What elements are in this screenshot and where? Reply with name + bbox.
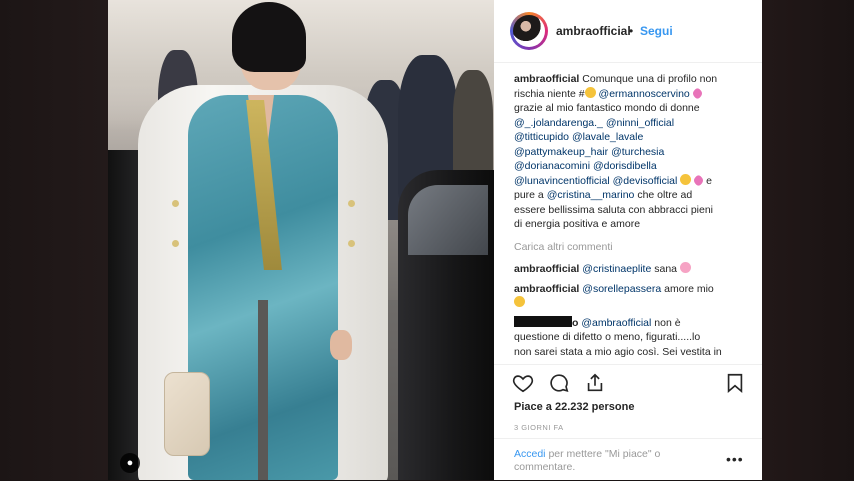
comment-username[interactable]: o bbox=[514, 315, 579, 329]
mention-link[interactable]: @ermannoscervino bbox=[599, 88, 690, 100]
caption-text: Comunque una di profilo non bbox=[582, 73, 718, 85]
photo-coat-button bbox=[172, 200, 179, 207]
mention-link[interactable]: @pattymakeup_hair bbox=[514, 146, 608, 158]
post-timestamp: 3 GIORNI FA bbox=[514, 423, 564, 432]
post-header: ambraofficial • Segui bbox=[494, 0, 762, 63]
mention-link[interactable]: @ninni_official bbox=[606, 117, 674, 129]
heart-emoji-icon bbox=[690, 86, 704, 100]
caption-text: e bbox=[706, 174, 712, 187]
caption-text: rischia niente # bbox=[514, 87, 585, 100]
mention-link[interactable]: @ambraofficial bbox=[581, 317, 651, 329]
comment-item: ambraofficial @sorellepassera amore mio bbox=[514, 282, 746, 311]
mention-link[interactable]: @cristinaeplite bbox=[582, 263, 651, 275]
comment-text: non sarei stata a mio agio così. Sei ves… bbox=[514, 345, 722, 358]
post-photo: ● bbox=[108, 0, 494, 480]
avatar[interactable] bbox=[513, 15, 545, 47]
follow-button[interactable]: Segui bbox=[640, 24, 673, 38]
user-tag-icon[interactable]: ● bbox=[120, 453, 140, 473]
photo-coat-button bbox=[348, 200, 355, 207]
heart-icon[interactable] bbox=[512, 372, 534, 394]
mention-link[interactable]: @devisofficial bbox=[613, 175, 678, 187]
mention-link[interactable]: @dorisdibella bbox=[593, 160, 657, 172]
login-prompt: Accedi per mettere "Mi piace" o commenta… bbox=[514, 448, 714, 474]
comment-item: ambraofficial @cristinaeplite sana bbox=[514, 262, 746, 277]
background-left bbox=[0, 0, 108, 480]
comment-item: o @ambraofficial non è questione di dife… bbox=[514, 315, 746, 360]
heart-emoji-icon bbox=[692, 173, 706, 187]
post-panel: ambraofficial • Segui ambraofficial Comu… bbox=[494, 0, 762, 480]
mention-link[interactable]: @_.jolandarenga._ bbox=[514, 117, 603, 129]
mention-link[interactable]: @lavale_lavale bbox=[572, 131, 643, 143]
share-icon[interactable] bbox=[584, 372, 606, 394]
photo-hair bbox=[232, 2, 306, 72]
caption: ambraofficial Comunque una di profilo no… bbox=[514, 72, 746, 232]
caption-text: che oltre ad bbox=[637, 189, 693, 201]
story-ring[interactable] bbox=[510, 12, 548, 50]
mention-link[interactable]: @turchesia bbox=[611, 146, 664, 158]
caption-text: pure a bbox=[514, 189, 544, 201]
photo-pants-gap bbox=[258, 300, 268, 480]
add-comment-section: Accedi per mettere "Mi piace" o commenta… bbox=[494, 438, 762, 481]
bookmark-icon[interactable] bbox=[724, 372, 746, 394]
more-options-icon[interactable]: ••• bbox=[726, 451, 744, 467]
photo-coat-button bbox=[172, 240, 179, 247]
photo-handbag bbox=[164, 372, 210, 456]
mention-link[interactable]: @dorianacomini bbox=[514, 160, 590, 172]
caption-text: essere bellissima saluta con abbracci pi… bbox=[514, 203, 714, 216]
comment-text: questione di difetto o meno, figurati...… bbox=[514, 331, 701, 343]
photo-car-window bbox=[408, 185, 488, 255]
photo-hand bbox=[330, 330, 352, 360]
load-more-comments-link[interactable]: Carica altri commenti bbox=[514, 240, 746, 255]
redacted-username bbox=[514, 315, 572, 327]
mention-link[interactable]: @sorellepassera bbox=[582, 283, 661, 295]
laughing-emoji-icon bbox=[680, 173, 692, 185]
background-right bbox=[762, 0, 854, 480]
flower-emoji-icon bbox=[679, 262, 691, 273]
header-username[interactable]: ambraofficial bbox=[556, 24, 631, 38]
comments-list: ambraofficial Comunque una di profilo no… bbox=[514, 72, 746, 362]
mention-link[interactable]: @cristina__marino bbox=[547, 189, 635, 201]
photo-person bbox=[453, 70, 493, 180]
caption-text: di energia positiva e amore bbox=[514, 218, 641, 230]
comment-text: amore mio bbox=[664, 282, 714, 295]
likes-count[interactable]: Piace a 22.232 persone bbox=[514, 401, 634, 413]
comment-username-tail: o bbox=[572, 316, 579, 329]
caption-text: grazie al mio fantastico mondo di donne bbox=[514, 102, 700, 114]
action-bar bbox=[494, 364, 762, 401]
comment-username[interactable]: ambraofficial bbox=[514, 263, 579, 275]
heart-eyes-emoji-icon bbox=[514, 296, 525, 307]
login-link[interactable]: Accedi bbox=[514, 448, 546, 460]
photo-coat-button bbox=[348, 240, 355, 247]
comment-username[interactable]: ambraofficial bbox=[514, 283, 579, 295]
comment-text: non è bbox=[654, 316, 681, 329]
caption-username[interactable]: ambraofficial bbox=[514, 73, 579, 85]
mention-link[interactable]: @lunavincentiofficial bbox=[514, 175, 610, 187]
header-separator: • bbox=[629, 24, 634, 38]
laughing-emoji-icon bbox=[584, 86, 596, 98]
mention-link[interactable]: @titticupido bbox=[514, 131, 569, 143]
comment-icon[interactable] bbox=[548, 372, 570, 394]
comment-text: sana bbox=[654, 263, 678, 275]
